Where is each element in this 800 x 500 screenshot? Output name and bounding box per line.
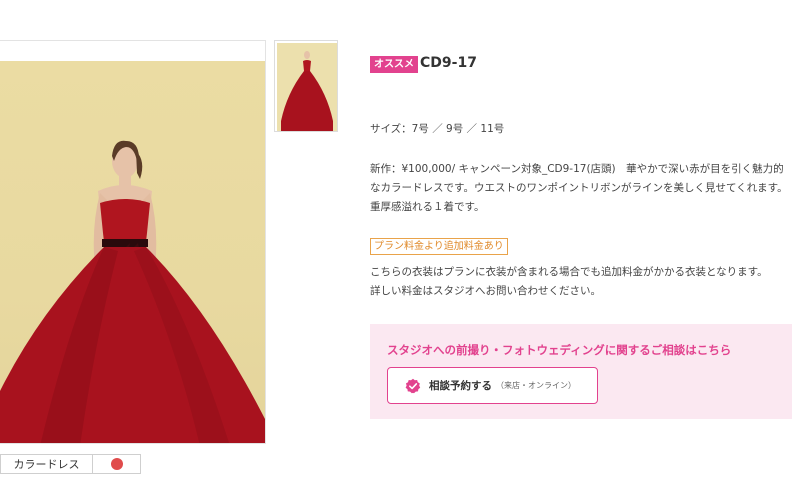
recommend-badge: オススメ <box>370 56 418 73</box>
extra-fee-note: こちらの衣装はプランに衣装が含まれる場合でも追加料金がかかる衣装となります。 詳… <box>370 263 800 301</box>
red-color-swatch-icon <box>110 458 123 470</box>
product-description: 新作：¥100,000/ キャンペーン対象_CD9-17(店頭) 華やかで深い赤… <box>370 160 796 217</box>
thumbnail-dress-illustration <box>277 43 337 131</box>
product-code: CD9-17 <box>420 55 477 71</box>
description-line: 重厚感溢れる１着です。 <box>370 201 485 213</box>
consultation-box: スタジオへの前撮り・フォトウェディングに関するご相談はこちら 相談予約する （来… <box>370 324 792 419</box>
consultation-button-sublabel: （来店・オンライン） <box>496 381 576 390</box>
consultation-title: スタジオへの前撮り・フォトウェディングに関するご相談はこちら <box>387 343 732 357</box>
main-product-photo[interactable]: ♡ <box>0 40 266 444</box>
dress-illustration <box>0 140 265 443</box>
fee-note-line: こちらの衣装はプランに衣装が含まれる場合でも追加料金がかかる衣装となります。 <box>370 266 768 278</box>
extra-fee-tag: プラン料金より追加料金あり <box>370 238 508 255</box>
check-badge-icon <box>405 378 421 394</box>
category-tag[interactable]: カラードレス <box>0 454 93 474</box>
tag-row: カラードレス <box>0 454 141 474</box>
description-line: 新作：¥100,000/ キャンペーン対象_CD9-17(店頭) 華やかで深い赤… <box>370 163 784 175</box>
description-line: なカラードレスです。ウエストのワンポイントリボンがラインを美しく見せてくれます。 <box>370 182 788 194</box>
consultation-reserve-button[interactable]: 相談予約する （来店・オンライン） <box>387 367 598 404</box>
color-tag[interactable] <box>93 454 141 474</box>
size-list: サイズ：7号 ／ 9号 ／ 11号 <box>370 123 505 135</box>
consultation-button-label: 相談予約する <box>429 380 492 392</box>
fee-note-line: 詳しい料金はスタジオへお問い合わせください。 <box>370 285 601 297</box>
thumbnail-image[interactable] <box>274 40 338 132</box>
